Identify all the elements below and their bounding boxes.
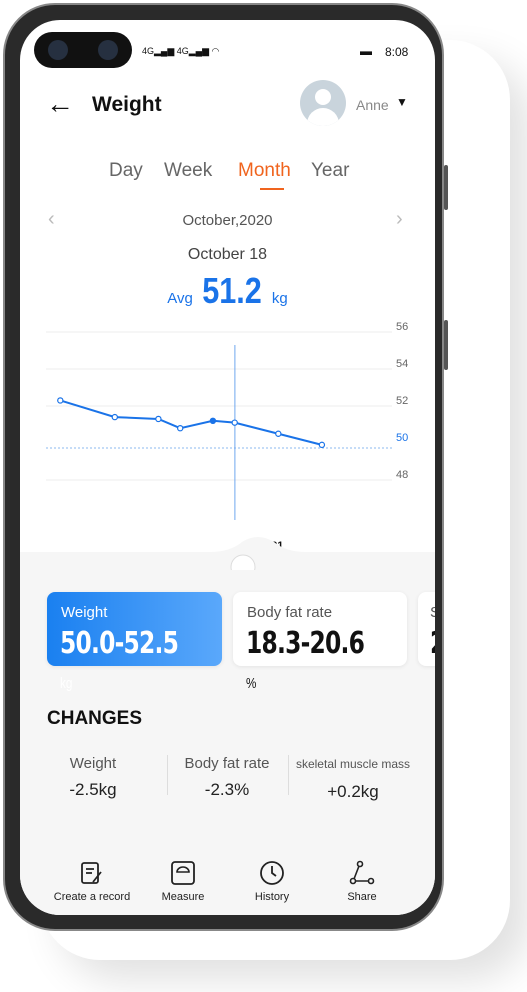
card-value: 2: [430, 626, 435, 661]
tab-indicator: [260, 188, 284, 190]
create-record-button[interactable]: Create a record: [47, 860, 137, 903]
data-point: [155, 415, 162, 423]
avatar[interactable]: [300, 80, 346, 126]
y-tick-label: 48: [396, 469, 408, 481]
history-button[interactable]: History: [227, 860, 317, 903]
signal-icon: 4G▂▄▆ 4G▂▄▆ ◠: [142, 46, 220, 56]
y-tick-label: 52: [396, 395, 408, 407]
battery-icon: ▬: [360, 44, 372, 58]
weight-chart[interactable]: 565452504810/710/1410/2110/28: [20, 320, 435, 570]
tab-week[interactable]: Week: [164, 160, 212, 182]
y-tick-label: 54: [396, 358, 408, 370]
y-tick-label: 50: [396, 432, 408, 444]
average-value: Avg 51.2 kg: [20, 270, 435, 312]
screen: 4G▂▄▆ 4G▂▄▆ ◠ ▬ 8:08 ← Weight Anne ▼ Day…: [20, 20, 435, 915]
data-point: [57, 397, 64, 404]
card-skeletal[interactable]: S 2: [418, 592, 435, 666]
data-point: [111, 413, 119, 421]
card-weight[interactable]: Weight 50.0-52.5 kg: [47, 592, 222, 692]
tab-year[interactable]: Year: [311, 160, 349, 182]
phone-frame: 4G▂▄▆ 4G▂▄▆ ◠ ▬ 8:08 ← Weight Anne ▼ Day…: [3, 3, 444, 931]
clock-icon: [260, 861, 284, 885]
change-body-fat: Body fat rate -2.3%: [184, 755, 270, 799]
scale-icon: [171, 861, 195, 885]
tab-day[interactable]: Day: [109, 160, 143, 182]
data-point: [318, 441, 326, 449]
card-body-fat[interactable]: Body fat rate 18.3-20.6 %: [233, 592, 407, 692]
data-point: [176, 424, 184, 432]
chevron-down-icon[interactable]: ▼: [396, 95, 408, 109]
selected-date: October 18: [187, 246, 268, 263]
back-button[interactable]: ←: [46, 88, 74, 120]
next-period-button[interactable]: ›: [396, 208, 403, 231]
series-line: [60, 399, 323, 446]
period-label: October,2020: [182, 212, 273, 229]
y-tick-label: 56: [396, 321, 408, 333]
power-button: [444, 320, 448, 370]
change-weight: Weight -2.5kg: [69, 755, 117, 799]
user-name[interactable]: Anne: [356, 97, 389, 113]
data-point: [275, 430, 282, 437]
card-label: Weight: [61, 604, 108, 621]
camera-cutout: [34, 32, 132, 68]
avg-unit: kg: [271, 290, 288, 307]
edit-icon: [81, 862, 102, 884]
clock-time: 8:08: [385, 45, 409, 59]
card-label: Body fat rate: [247, 604, 333, 621]
data-point: [209, 417, 217, 425]
share-icon: [349, 860, 375, 885]
card-value: 18.3-20.6 %: [246, 626, 365, 692]
card-label: S: [430, 604, 435, 621]
avg-label: Avg: [167, 290, 193, 307]
slider-bump: [210, 537, 306, 552]
changes-title: CHANGES: [47, 708, 143, 729]
tab-month[interactable]: Month: [238, 160, 291, 182]
page-title: Weight: [92, 93, 162, 116]
volume-button: [444, 165, 448, 210]
data-point: [231, 419, 238, 426]
card-value: 50.0-52.5 kg: [60, 626, 179, 692]
change-skeletal: skeletal muscle mass +0.2kg: [295, 757, 411, 801]
bottom-nav: Create a record Measure History Share: [20, 850, 435, 915]
slider-track: [20, 552, 435, 570]
measure-button[interactable]: Measure: [138, 860, 228, 903]
share-button[interactable]: Share: [317, 860, 407, 903]
avg-number: 51.2: [202, 270, 263, 311]
